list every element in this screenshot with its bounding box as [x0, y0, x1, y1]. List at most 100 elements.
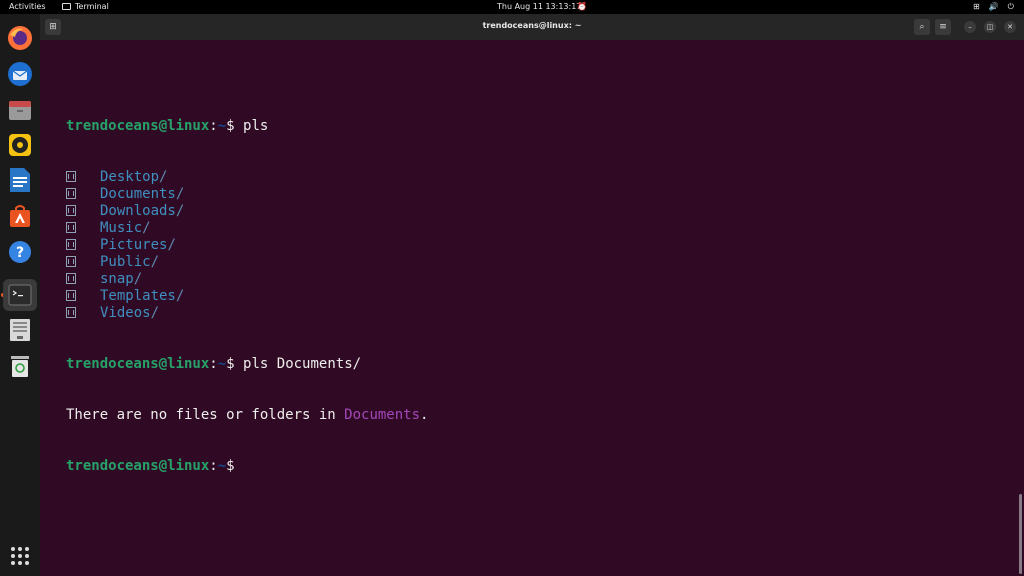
folder-icon — [66, 290, 76, 301]
dock-item-help[interactable]: ? — [6, 238, 34, 266]
folder-icon — [66, 256, 76, 267]
list-item: Documents/ — [66, 186, 428, 203]
terminal-icon — [62, 3, 71, 10]
window-title: trendoceans@linux: ~ — [482, 21, 582, 30]
alarm-icon[interactable]: ⏰ — [577, 2, 587, 11]
disk-icon — [10, 319, 30, 341]
show-apps-icon[interactable] — [11, 547, 29, 565]
terminal-output[interactable]: trendoceans@linux:~$ pls Desktop/Documen… — [66, 84, 428, 509]
folder-slash: / — [142, 220, 151, 236]
command-text: pls — [243, 118, 269, 134]
dock-item-save-device[interactable] — [6, 316, 34, 344]
close-icon: ✕ — [1007, 23, 1013, 31]
folder-slash: / — [175, 288, 185, 304]
prompt-line: trendoceans@linux:~$ — [66, 458, 235, 474]
prompt-symbol: $ — [226, 118, 235, 134]
prompt-path: ~ — [217, 118, 227, 134]
search-icon: ⌕ — [919, 22, 925, 32]
folder-slash: / — [175, 203, 185, 219]
header-bar: ⊞ trendoceans@linux: ~ ⌕ ≡ – ◫ ✕ — [40, 14, 1024, 40]
restore-icon: ◫ — [986, 23, 994, 31]
document-icon — [10, 168, 30, 192]
shopping-bag-icon — [10, 205, 30, 227]
output-message: There are no files or folders in Documen… — [66, 407, 428, 424]
minimize-button[interactable]: – — [964, 21, 976, 33]
dock-item-trash[interactable] — [6, 352, 34, 380]
folder-name: Videos — [100, 305, 151, 321]
command-text: pls Documents/ — [243, 356, 362, 372]
list-item: Templates/ — [66, 288, 428, 305]
message-text: There are no files or folders in — [66, 407, 345, 423]
top-bar: Activities Terminal Thu Aug 11 13:13:17 … — [0, 0, 1024, 14]
app-menu[interactable]: Terminal — [62, 2, 109, 11]
activities-button[interactable]: Activities — [9, 2, 46, 11]
folder-slash: / — [175, 186, 185, 202]
folder-name: snap — [100, 271, 134, 287]
scrollbar[interactable] — [1019, 494, 1022, 574]
list-item: Pictures/ — [66, 237, 428, 254]
folder-name: Templates — [100, 288, 176, 304]
message-folder: Documents — [344, 407, 421, 423]
list-item: Desktop/ — [66, 169, 428, 186]
prompt-user: trendoceans@linux — [66, 458, 210, 474]
files-icon — [9, 101, 31, 120]
dock-item-app-center[interactable] — [6, 202, 34, 230]
folder-name: Desktop — [100, 169, 160, 185]
list-item: Downloads/ — [66, 203, 428, 220]
folder-slash: / — [133, 271, 143, 287]
folder-name: Public — [100, 254, 151, 270]
prompt-symbol: $ — [226, 458, 235, 474]
folder-slash: / — [150, 254, 160, 270]
system-tray[interactable]: ⊞ 🔊 ⏻ — [973, 2, 1014, 12]
folder-slash: / — [167, 237, 176, 253]
folder-icon — [66, 307, 76, 318]
menu-button[interactable]: ≡ — [935, 19, 951, 35]
prompt-path: ~ — [217, 356, 227, 372]
search-button[interactable]: ⌕ — [914, 19, 930, 35]
terminal-window: ⊞ trendoceans@linux: ~ ⌕ ≡ – ◫ ✕ trendoc… — [40, 14, 1024, 576]
prompt-line: trendoceans@linux:~$ pls Documents/ — [66, 356, 362, 372]
folder-icon — [66, 273, 76, 284]
folder-name: Music — [100, 220, 143, 236]
dock-item-firefox[interactable] — [6, 24, 34, 52]
close-button[interactable]: ✕ — [1004, 21, 1016, 33]
folder-slash: / — [159, 169, 168, 185]
folder-name: Documents — [100, 186, 176, 202]
prompt-path: ~ — [217, 458, 227, 474]
folder-icon — [66, 171, 76, 182]
list-item: Music/ — [66, 220, 428, 237]
power-icon: ⏻ — [1007, 2, 1014, 11]
folder-icon — [66, 188, 76, 199]
folder-icon — [66, 222, 76, 233]
dock-item-rhythmbox[interactable] — [6, 131, 34, 159]
maximize-button[interactable]: ◫ — [984, 21, 996, 33]
prompt-line: trendoceans@linux:~$ pls — [66, 118, 269, 134]
folder-name: Pictures — [100, 237, 168, 253]
list-item: Public/ — [66, 254, 428, 271]
dock: ? — [0, 14, 40, 576]
svg-text:?: ? — [16, 245, 24, 261]
trash-icon — [11, 356, 29, 377]
directory-listing: Desktop/Documents/Downloads/Music/Pictur… — [66, 169, 428, 322]
folder-slash: / — [150, 305, 160, 321]
list-item: snap/ — [66, 271, 428, 288]
app-name: Terminal — [75, 2, 109, 11]
clock[interactable]: Thu Aug 11 13:13:17 — [497, 2, 581, 11]
minimize-icon: – — [968, 23, 972, 31]
folder-icon — [66, 205, 76, 216]
hamburger-icon: ≡ — [939, 22, 947, 32]
dock-item-terminal[interactable] — [3, 279, 37, 311]
rhythmbox-icon — [9, 134, 31, 156]
dock-item-writer[interactable] — [6, 166, 34, 194]
dock-item-thunderbird[interactable] — [6, 60, 34, 88]
prompt-symbol: $ — [226, 356, 235, 372]
prompt-user: trendoceans@linux — [66, 356, 210, 372]
folder-icon — [66, 239, 76, 250]
volume-icon: 🔊 — [988, 2, 999, 11]
folder-name: Downloads — [100, 203, 176, 219]
terminal-icon — [8, 284, 32, 306]
dock-item-files[interactable] — [6, 96, 34, 124]
firefox-icon — [8, 26, 32, 50]
help-icon: ? — [9, 241, 31, 263]
prompt-user: trendoceans@linux — [66, 118, 210, 134]
